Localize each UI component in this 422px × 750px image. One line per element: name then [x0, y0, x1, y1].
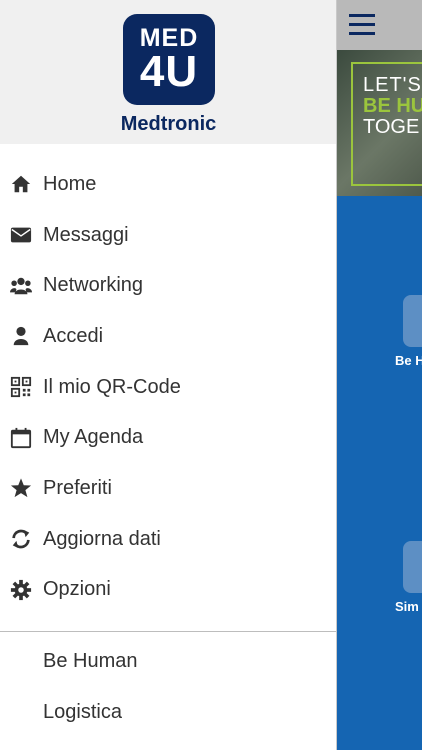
qrcode-icon [10, 376, 32, 398]
menu-item-logistica[interactable]: Logistica [0, 687, 336, 738]
menu-label-home: Home [43, 172, 97, 195]
be-human-tile-icon[interactable] [403, 295, 422, 347]
calendar-icon [10, 427, 32, 449]
menu-label-qrcode: Il mio QR-Code [43, 375, 181, 398]
menu-item-qrcode[interactable]: Il mio QR-Code [0, 362, 336, 413]
promo-banner[interactable]: LET'S BE HU TOGE [337, 50, 422, 196]
gear-icon [10, 579, 32, 601]
menu-item-agenda[interactable]: My Agenda [0, 412, 336, 463]
banner-line2: BE HU [363, 95, 422, 117]
user-icon [10, 325, 32, 347]
brand-name: Medtronic [120, 113, 217, 135]
sim-tile-label[interactable]: Sim [395, 599, 419, 614]
drawer-header: MED 4U Medtronic [0, 0, 336, 144]
menu-label-networking: Networking [43, 274, 144, 297]
logo-line2: 4U [139, 47, 199, 96]
menu-label-opzioni: Opzioni [43, 578, 111, 601]
be-human-tile-label[interactable]: Be H [395, 353, 422, 368]
drawer-menu: Home Messaggi Networking Accedi Il mio Q… [0, 159, 336, 615]
hamburger-menu-icon[interactable] [349, 14, 375, 36]
menu-label-aggiorna: Aggiorna dati [43, 527, 161, 550]
menu-item-home[interactable]: Home [0, 159, 336, 210]
menu-label-agenda: My Agenda [43, 426, 144, 449]
sim-tile-icon[interactable] [403, 541, 422, 593]
menu-label-accedi: Accedi [43, 324, 104, 347]
menu-item-messaggi[interactable]: Messaggi [0, 210, 336, 261]
menu-label-preferiti: Preferiti [43, 476, 112, 499]
banner-line1: LET'S [363, 74, 422, 96]
menu-item-networking[interactable]: Networking [0, 260, 336, 311]
home-icon [10, 173, 32, 195]
menu-label-messaggi: Messaggi [43, 223, 129, 246]
star-icon [10, 477, 32, 499]
menu-item-be-human[interactable]: Be Human [0, 636, 336, 687]
navigation-drawer: MED 4U Medtronic Home Messaggi Networkin… [0, 0, 337, 750]
banner-line3: TOGE [363, 116, 420, 138]
menu-item-aggiorna[interactable]: Aggiorna dati [0, 514, 336, 565]
menu-item-preferiti[interactable]: Preferiti [0, 463, 336, 514]
menu-item-accedi[interactable]: Accedi [0, 311, 336, 362]
app-top-bar [337, 0, 422, 50]
menu-item-opzioni[interactable]: Opzioni [0, 565, 336, 616]
envelope-icon [10, 224, 32, 246]
med4u-logo: MED 4U [123, 14, 215, 105]
main-content: LET'S BE HU TOGE Be H Sim [337, 0, 422, 750]
menu-divider [0, 631, 336, 632]
users-icon [10, 275, 32, 297]
drawer-secondary-menu: Be Human Logistica [0, 636, 336, 738]
refresh-icon [10, 528, 32, 550]
